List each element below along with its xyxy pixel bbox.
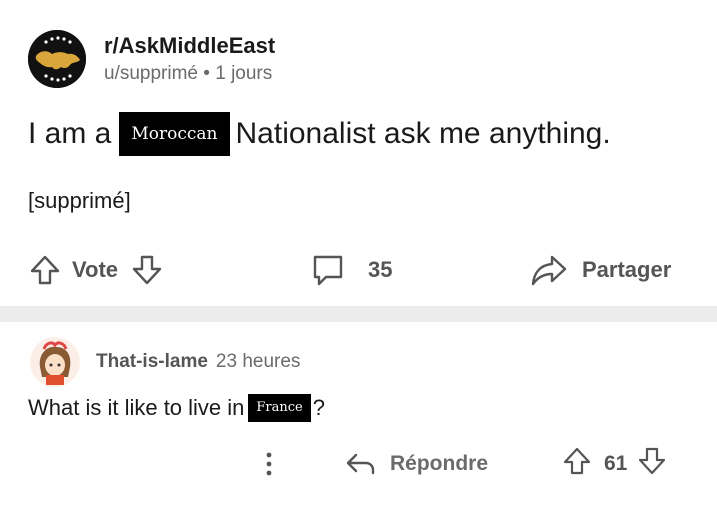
comment-action-bar: Répondre 61 (0, 444, 717, 484)
arrow-up-outline-icon (563, 447, 591, 475)
post-header: r/AskMiddleEast u/supprimé • 1 jours (28, 30, 275, 88)
commenter-avatar[interactable] (30, 337, 80, 387)
subreddit-avatar[interactable] (28, 30, 86, 88)
upvote-button[interactable] (28, 253, 62, 287)
redaction-box: France (248, 394, 311, 422)
post-meta: r/AskMiddleEast u/supprimé • 1 jours (104, 32, 275, 87)
comment-body: What is it like to live in France ? (28, 394, 325, 422)
comment-vote-group: 61 (562, 444, 667, 484)
share-arrow-icon (531, 255, 567, 286)
arrow-up-outline-icon (30, 255, 60, 285)
redaction-box: Moroccan (119, 112, 230, 156)
share-label: Partager (582, 257, 672, 282)
post-title-start: I am a (28, 117, 112, 150)
commenter-username[interactable]: That-is-lame (96, 351, 208, 373)
post-author-line: u/supprimé • 1 jours (104, 61, 275, 87)
post-title[interactable]: I am a Moroccan Nationalist ask me anyth… (28, 112, 611, 156)
arrow-down-outline-icon (639, 447, 666, 475)
comment-count: 35 (368, 257, 393, 282)
middle-east-map-icon (28, 30, 86, 88)
arrow-down-outline-icon (132, 255, 162, 285)
speech-bubble-icon (313, 255, 343, 286)
reply-button[interactable]: Répondre (344, 444, 488, 484)
comment-upvote-button[interactable] (562, 446, 592, 482)
more-options-button[interactable] (262, 444, 276, 484)
subreddit-name[interactable]: r/AskMiddleEast (104, 32, 275, 60)
downvote-button[interactable] (130, 253, 164, 287)
share-button[interactable]: Partager (530, 248, 671, 292)
vertical-dots-icon (266, 452, 272, 476)
comments-button[interactable]: 35 (310, 248, 392, 292)
reply-arrow-icon (346, 453, 375, 475)
user-avatar-icon (30, 337, 80, 387)
section-divider (0, 306, 717, 322)
reply-label: Répondre (390, 452, 489, 475)
post-age: 1 jours (215, 63, 273, 84)
post-author[interactable]: u/supprimé (104, 63, 198, 84)
post-body: [supprimé] (28, 188, 131, 213)
comment-text-start: What is it like to live in (28, 395, 245, 420)
vote-group: Vote (28, 248, 164, 292)
post-title-end: Nationalist ask me anything. (235, 117, 611, 150)
comment-age: 23 heures (215, 351, 301, 372)
comment-downvote-button[interactable] (637, 446, 667, 482)
reddit-thread-page: r/AskMiddleEast u/supprimé • 1 jours I a… (0, 0, 717, 522)
comment-header: That-is-lame 23 heures (30, 337, 300, 387)
comment-text-end: ? (312, 395, 325, 420)
post-action-bar: Vote 35 Partager (28, 248, 690, 292)
meta-separator: • (203, 63, 210, 84)
comment-vote-count: 61 (604, 452, 628, 475)
vote-label: Vote (72, 257, 119, 282)
